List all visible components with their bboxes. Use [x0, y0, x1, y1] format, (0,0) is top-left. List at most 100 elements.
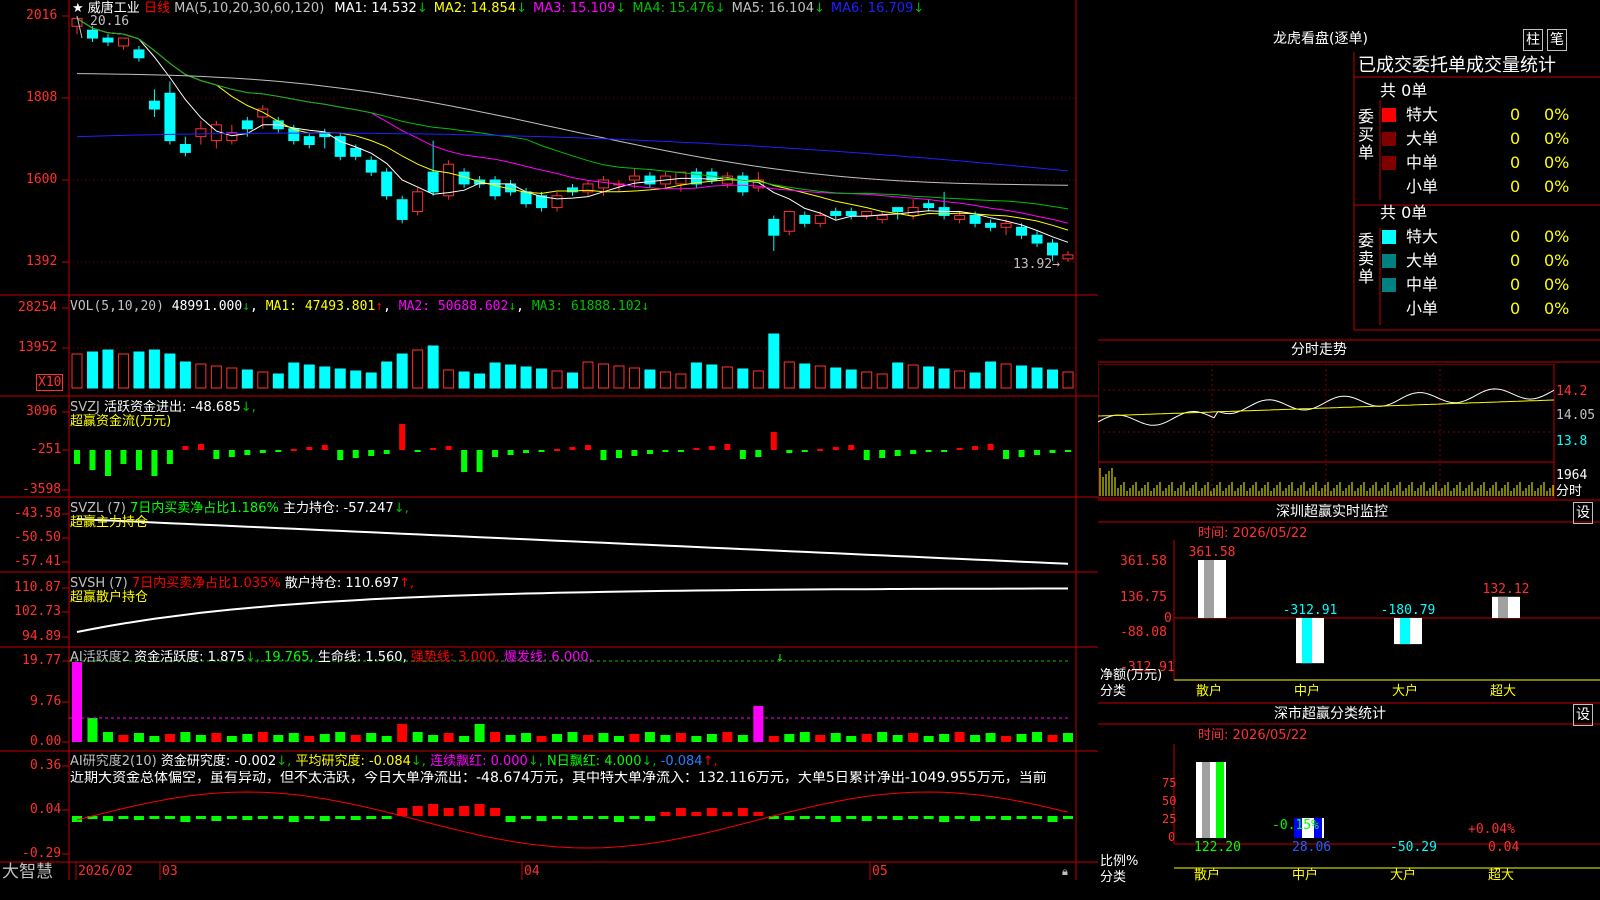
volume-bar [381, 361, 393, 389]
trade-stat-count: 0 [1510, 227, 1521, 246]
volume-bar [272, 373, 284, 389]
intraday-axis-label: 1964 [1556, 468, 1588, 483]
money-flow-bar [677, 450, 684, 452]
trade-stat-pct: 0% [1544, 105, 1570, 124]
svzl-header: SVZL (7) 7日内买卖净占比1.186% 主力持仓: -57.247↓, [70, 501, 409, 516]
money-flow-bar [600, 450, 607, 460]
money-flow-bar [693, 448, 700, 450]
money-flow-bar [554, 449, 561, 451]
volume-bars[interactable] [71, 333, 1074, 389]
research-bar [613, 816, 624, 822]
candlestick-group[interactable] [71, 16, 1074, 262]
favorite-star-icon[interactable]: ★ [72, 1, 84, 16]
stats-category: 中户 [1292, 868, 1319, 883]
lhb-title: 龙虎看盘(逐单) [1273, 31, 1368, 47]
volume-bar [1016, 365, 1028, 389]
svsh-axis-label: 110.87 [14, 580, 61, 595]
activity-bar [815, 735, 826, 742]
candle-body [1031, 234, 1043, 244]
intraday-chart[interactable] [1098, 364, 1600, 500]
ai1-bars[interactable] [72, 662, 1073, 742]
svzl-axis-label: -57.41 [14, 554, 61, 569]
money-flow-bar [1018, 450, 1025, 457]
monitor-settings-button[interactable]: 设 [1573, 502, 1593, 524]
ai2-header: AI研究度2(10) 资金研究度: -0.002↓, 平均研究度: -0.084… [70, 754, 718, 769]
research-bar [939, 816, 950, 822]
bar-view-button[interactable]: 柱 [1523, 29, 1543, 51]
trade-stat-name: 特大 [1406, 105, 1439, 124]
candle-body [427, 171, 439, 193]
money-flow-bar [182, 446, 189, 450]
color-swatch [1382, 230, 1396, 244]
activity-bar [87, 718, 98, 742]
activity-bar [861, 734, 872, 742]
candle-body [164, 92, 176, 142]
stats-bar [1216, 762, 1224, 838]
candle-body [1047, 242, 1059, 256]
money-flow-bar [290, 449, 297, 451]
research-bar [861, 816, 872, 821]
volume-bar [396, 353, 408, 389]
candle-body [148, 100, 160, 110]
monitor-bar-label: -180.79 [1381, 603, 1436, 618]
activity-bar [675, 733, 686, 742]
money-flow-bar [259, 450, 266, 453]
monitor-category: 散户 [1196, 684, 1223, 699]
money-flow-bar [74, 450, 80, 464]
activity-bar [366, 733, 377, 742]
svzj-bars[interactable] [74, 424, 1071, 476]
tick-view-button[interactable]: 笔 [1547, 29, 1567, 51]
stats-value: 0.04 [1488, 840, 1520, 855]
money-flow-bar [476, 450, 483, 472]
money-flow-bar [817, 449, 824, 451]
lock-icon[interactable]: 🔒︎ [1062, 864, 1068, 879]
candle-body [1000, 222, 1012, 228]
trade-stat-row: 大单 0 0% [1380, 250, 1600, 272]
activity-bar [350, 735, 361, 742]
research-bar [1001, 816, 1012, 820]
candle-body [1062, 254, 1074, 260]
research-bar [567, 816, 578, 820]
svzj-subtitle: 超赢资金流(万元) [70, 414, 172, 429]
money-flow-bar [910, 450, 917, 454]
money-flow-bar [956, 448, 963, 450]
trade-stat-count: 0 [1510, 275, 1521, 294]
stats-category: 散户 [1194, 868, 1221, 883]
volume-bar [489, 362, 501, 389]
volume-bar [412, 349, 424, 389]
money-flow-bar [662, 450, 669, 452]
volume-bar [443, 369, 455, 389]
volume-bar [257, 371, 269, 389]
trade-stat-pct: 0% [1544, 153, 1570, 172]
activity-bar [474, 724, 485, 742]
volume-bar [241, 369, 253, 389]
research-bar [846, 816, 857, 819]
volume-bar [1047, 369, 1059, 389]
trade-stat-pct: 0% [1544, 275, 1570, 294]
activity-bar [1063, 733, 1073, 742]
trade-stat-row: 特大 0 0% [1380, 226, 1600, 248]
volume-bar [102, 349, 114, 389]
activity-bar [691, 736, 702, 742]
svzl-subtitle: 超赢主力持仓 [70, 515, 149, 530]
volume-bar [938, 368, 950, 389]
monitor-chart[interactable]: 361.58 -312.91 -180.79 132.12 [1098, 540, 1600, 700]
money-flow-bar [538, 450, 545, 452]
research-bar [257, 816, 268, 819]
ai2-bars[interactable] [72, 791, 1073, 849]
research-bar [459, 806, 470, 816]
activity-bar [490, 732, 501, 742]
research-bar [195, 816, 206, 819]
stats-settings-button[interactable]: 设 [1573, 704, 1593, 726]
trade-stat-count: 0 [1510, 153, 1521, 172]
activity-bar [288, 733, 299, 742]
trade-stat-count: 0 [1510, 177, 1521, 196]
stats-bar [1202, 762, 1210, 838]
activity-bar [521, 733, 532, 742]
activity-bar [335, 732, 346, 742]
money-flow-bar [507, 450, 514, 455]
period-label[interactable]: 日线 [144, 1, 170, 16]
activity-bar [319, 734, 330, 742]
ma-value-3: MA3: 15.109↓ [533, 1, 627, 16]
monitor-bar-label: 361.58 [1189, 545, 1236, 560]
